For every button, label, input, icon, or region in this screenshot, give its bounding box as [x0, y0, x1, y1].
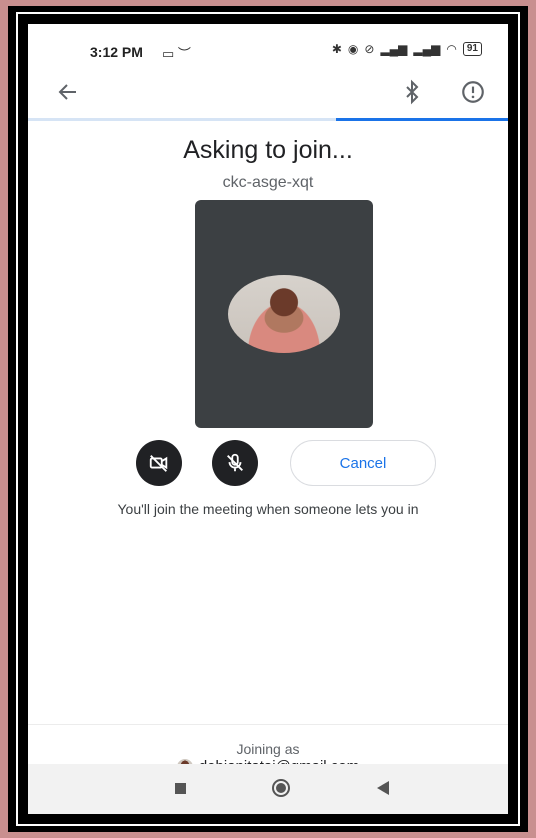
notification-icons: ▭ ︶ — [162, 46, 191, 61]
phone-frame: 3:12 PM ▭ ︶ ✱ ◉ ⊘ ▂▄▆ ▂▄▆ ◠ 91 Asking to… — [16, 12, 520, 826]
bluetooth-icon[interactable] — [400, 79, 424, 105]
mic-off-icon — [227, 453, 243, 472]
alarm-off-icon: ⊘ — [364, 42, 375, 56]
footer-divider — [28, 724, 508, 725]
joining-as-label: Joining as — [236, 741, 300, 757]
avatar-photo — [228, 275, 340, 353]
progress-indicator — [336, 118, 508, 121]
recents-icon[interactable] — [175, 783, 186, 794]
meeting-code: ckc-asge-xqt — [222, 174, 314, 191]
page-title: Asking to join... — [183, 136, 353, 164]
camera-toggle-button[interactable] — [136, 440, 182, 486]
home-icon[interactable] — [271, 778, 291, 798]
status-bar: 3:12 PM ▭ ︶ ✱ ◉ ⊘ ▂▄▆ ▂▄▆ ◠ 91 — [28, 24, 508, 64]
video-preview — [195, 200, 373, 428]
headphones-icon: ◉ — [347, 42, 359, 56]
camera-off-icon — [149, 455, 168, 472]
battery-icon: 91 — [462, 42, 482, 56]
signal-icon-2: ▂▄▆ — [413, 42, 441, 56]
alert-circle-icon[interactable] — [460, 79, 486, 105]
phone-screen: 3:12 PM ▭ ︶ ✱ ◉ ⊘ ▂▄▆ ▂▄▆ ◠ 91 Asking to… — [28, 24, 508, 814]
back-triangle-icon[interactable] — [376, 780, 390, 796]
status-icons: ✱ ◉ ⊘ ▂▄▆ ▂▄▆ ◠ 91 — [332, 42, 482, 56]
call-controls: Cancel — [28, 440, 508, 490]
cancel-button[interactable]: Cancel — [290, 440, 436, 486]
join-status-message: You'll join the meeting when someone let… — [117, 501, 419, 517]
toolbar — [28, 74, 508, 114]
status-time: 3:12 PM — [90, 44, 143, 60]
arrow-left-icon[interactable] — [56, 80, 80, 104]
wifi-icon: ◠ — [446, 42, 457, 56]
photo-frame: 3:12 PM ▭ ︶ ✱ ◉ ⊘ ▂▄▆ ▂▄▆ ◠ 91 Asking to… — [8, 6, 528, 832]
system-nav-bar — [28, 764, 508, 814]
avatar — [228, 275, 340, 353]
bluetooth-status-icon: ✱ — [331, 42, 342, 56]
microphone-toggle-button[interactable] — [212, 440, 258, 486]
signal-icon: ▂▄▆ — [380, 42, 408, 56]
